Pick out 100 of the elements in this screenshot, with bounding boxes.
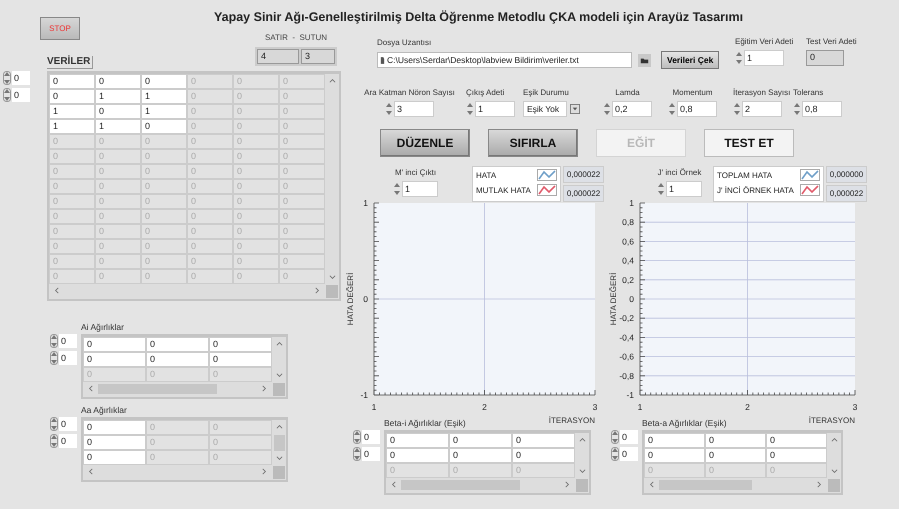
table-cell[interactable]: 0 (95, 134, 141, 149)
table-cell[interactable]: 0 (141, 209, 187, 224)
table-cell[interactable]: 0 (209, 337, 272, 352)
table-cell[interactable]: 0 (95, 224, 141, 239)
scroll-left-icon[interactable] (53, 287, 60, 294)
table-cell[interactable]: 0 (141, 179, 187, 194)
table-cell[interactable]: 1 (141, 104, 187, 119)
table-cell[interactable]: 0 (233, 74, 279, 89)
table-cell[interactable]: 0 (146, 352, 209, 367)
table-cell[interactable]: 0 (83, 450, 146, 465)
scroll-left-icon[interactable] (648, 481, 655, 488)
table-cell[interactable]: 0 (233, 209, 279, 224)
spinner-icon[interactable] (50, 417, 58, 431)
table-cell[interactable]: 0 (141, 134, 187, 149)
table-cell[interactable]: 0 (512, 433, 575, 448)
table-cell[interactable]: 0 (49, 164, 95, 179)
table-cell[interactable]: 1 (141, 89, 187, 104)
table-cell[interactable]: 0 (209, 420, 272, 435)
spinner-icon[interactable] (3, 88, 11, 102)
table-cell[interactable]: 0 (187, 89, 233, 104)
table-cell[interactable]: 0 (233, 194, 279, 209)
table-cell[interactable]: 0 (49, 269, 95, 284)
action-button[interactable]: TEST ET (704, 129, 794, 157)
table-cell[interactable]: 0 (187, 104, 233, 119)
table-cell[interactable]: 0 (95, 74, 141, 89)
table-cell[interactable]: 0 (233, 269, 279, 284)
table-cell[interactable]: 0 (49, 239, 95, 254)
table-cell[interactable]: 0 (279, 194, 325, 209)
table-cell[interactable]: 0 (49, 179, 95, 194)
table-cell[interactable]: 0 (233, 89, 279, 104)
table-cell[interactable]: 1 (49, 104, 95, 119)
table-cell[interactable]: 0 (512, 448, 575, 463)
scroll-down-icon[interactable] (578, 468, 586, 475)
table-cell[interactable]: 0 (279, 74, 325, 89)
table-cell[interactable]: 0 (141, 119, 187, 134)
table-cell[interactable]: 0 (233, 254, 279, 269)
table-cell[interactable]: 0 (187, 134, 233, 149)
table-cell[interactable]: 0 (209, 450, 272, 465)
scroll-up-icon[interactable] (328, 77, 336, 84)
table-cell[interactable]: 0 (233, 179, 279, 194)
table-cell[interactable]: 0 (187, 194, 233, 209)
table-cell[interactable]: 0 (512, 463, 575, 478)
spinner-icon[interactable] (3, 71, 11, 85)
fetch-data-button[interactable]: Verileri Çek (661, 51, 720, 69)
table-cell[interactable]: 0 (449, 433, 512, 448)
table-cell[interactable]: 0 (83, 435, 146, 450)
table-cell[interactable]: 0 (83, 367, 146, 382)
table-cell[interactable]: 0 (644, 448, 705, 463)
scroll-right-icon[interactable] (261, 468, 268, 475)
table-cell[interactable]: 0 (141, 194, 187, 209)
table-cell[interactable]: 0 (49, 134, 95, 149)
table-cell[interactable]: 0 (233, 224, 279, 239)
spinner-icon[interactable] (50, 351, 58, 365)
table-cell[interactable]: 0 (209, 352, 272, 367)
table-cell[interactable]: 0 (95, 209, 141, 224)
table-cell[interactable]: 0 (187, 74, 233, 89)
table-cell[interactable]: 0 (279, 164, 325, 179)
table-cell[interactable]: 0 (49, 74, 95, 89)
scroll-left-icon[interactable] (87, 468, 94, 475)
table-cell[interactable]: 0 (141, 269, 187, 284)
table-cell[interactable]: 0 (49, 209, 95, 224)
table-cell[interactable]: 0 (49, 254, 95, 269)
action-button[interactable]: DÜZENLE (380, 129, 470, 157)
table-cell[interactable]: 0 (49, 224, 95, 239)
table-cell[interactable]: 0 (279, 119, 325, 134)
scroll-down-icon[interactable] (276, 455, 282, 462)
scroll-thumb[interactable] (274, 434, 284, 450)
table-cell[interactable]: 0 (449, 448, 512, 463)
table-cell[interactable]: 0 (209, 367, 272, 382)
table-cell[interactable]: 0 (644, 433, 705, 448)
dropdown-field[interactable]: Eşik Yok (523, 101, 567, 117)
table-cell[interactable]: 0 (187, 179, 233, 194)
table-cell[interactable]: 0 (95, 164, 141, 179)
table-cell[interactable]: 0 (279, 209, 325, 224)
table-cell[interactable]: 0 (141, 224, 187, 239)
table-cell[interactable]: 0 (233, 164, 279, 179)
table-cell[interactable]: 0 (187, 164, 233, 179)
action-button[interactable]: SIFIRLA (488, 129, 578, 157)
table-cell[interactable]: 0 (187, 224, 233, 239)
table-cell[interactable]: 0 (83, 352, 146, 367)
table-cell[interactable]: 1 (49, 119, 95, 134)
scroll-right-icon[interactable] (314, 287, 321, 294)
table-cell[interactable]: 0 (95, 269, 141, 284)
table-cell[interactable]: 0 (233, 134, 279, 149)
spinner-icon[interactable] (50, 434, 58, 448)
scroll-down-icon[interactable] (276, 372, 282, 379)
folder-icon[interactable] (638, 54, 651, 66)
table-cell[interactable]: 0 (279, 179, 325, 194)
table-cell[interactable]: 0 (141, 149, 187, 164)
table-cell[interactable]: 0 (766, 463, 827, 478)
table-cell[interactable]: 0 (279, 134, 325, 149)
spinner-icon[interactable] (353, 447, 361, 461)
path-field[interactable]: C:\Users\Serdar\Desktop\labview Bildirim\veriler.txt (377, 52, 632, 68)
table-cell[interactable]: 0 (187, 254, 233, 269)
line-style-icon[interactable] (800, 169, 820, 181)
table-cell[interactable]: 0 (386, 448, 449, 463)
table-cell[interactable]: 0 (141, 74, 187, 89)
table-cell[interactable]: 0 (95, 149, 141, 164)
index-field[interactable]: 0 (3, 88, 43, 102)
table-cell[interactable]: 0 (95, 239, 141, 254)
